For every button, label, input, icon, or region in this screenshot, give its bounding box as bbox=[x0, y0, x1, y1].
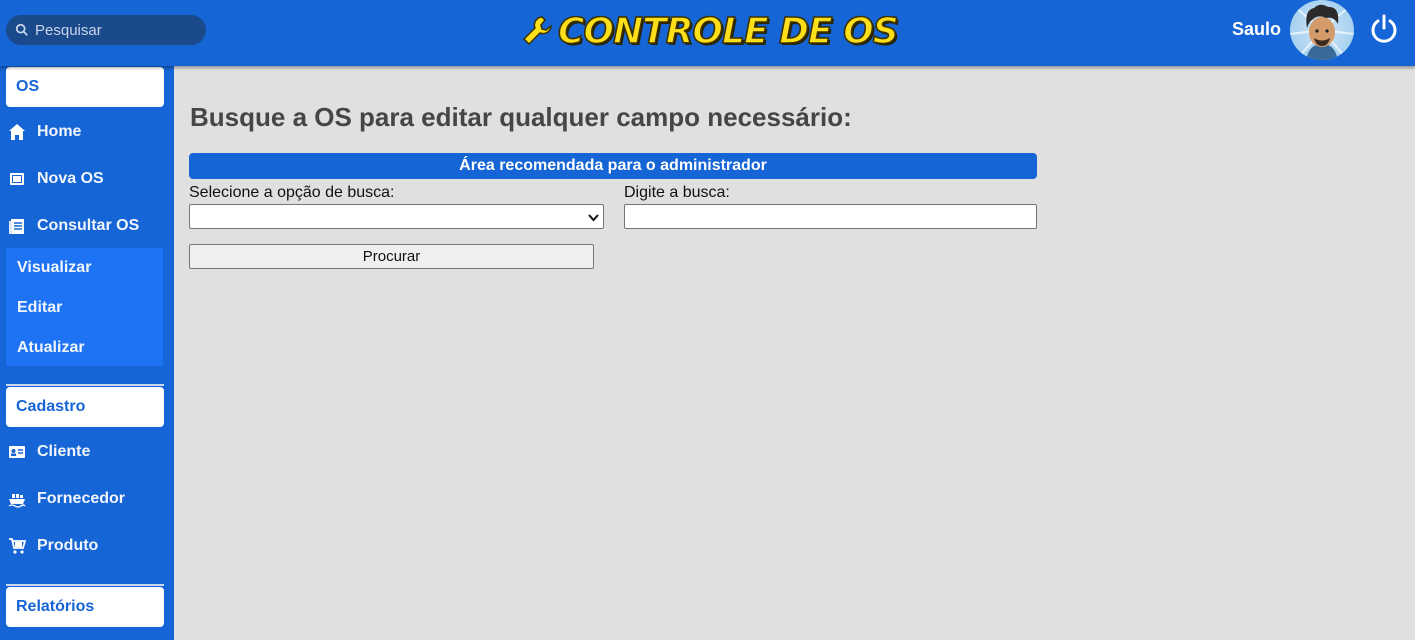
search-query-input[interactable] bbox=[624, 204, 1037, 229]
top-bar: Controle de OS Saulo bbox=[0, 0, 1415, 66]
power-icon[interactable] bbox=[1368, 13, 1400, 45]
wrench-icon bbox=[522, 16, 552, 46]
admin-banner: Área recomendada para o administrador bbox=[189, 153, 1037, 179]
sidebar-header-relatorios[interactable]: Relatórios bbox=[6, 587, 164, 627]
home-icon bbox=[9, 124, 25, 140]
procurar-button[interactable]: Procurar bbox=[189, 244, 594, 269]
id-card-icon bbox=[9, 446, 25, 458]
ship-icon bbox=[8, 494, 26, 508]
search-option-select[interactable] bbox=[189, 204, 604, 229]
sidebar-divider bbox=[6, 584, 164, 586]
cart-icon bbox=[9, 538, 26, 554]
sidebar-header-cadastro[interactable]: Cadastro bbox=[6, 387, 164, 427]
sidebar-item-home[interactable]: Home bbox=[0, 112, 174, 152]
search-box[interactable] bbox=[6, 15, 206, 45]
sidebar-item-nova-os[interactable]: Nova OS bbox=[0, 159, 174, 199]
search-icon bbox=[15, 23, 28, 36]
submenu-item-visualizar[interactable]: Visualizar bbox=[17, 259, 91, 277]
sidebar-item-label: Consultar OS bbox=[37, 217, 140, 234]
sidebar-header-os[interactable]: OS bbox=[6, 67, 164, 107]
sidebar-item-label: Nova OS bbox=[37, 170, 104, 187]
avatar[interactable] bbox=[1290, 0, 1354, 60]
sidebar: OS Home Nova OS Consultar OS Visualizar … bbox=[0, 66, 174, 640]
sidebar-item-label: Produto bbox=[37, 537, 99, 554]
avatar-image bbox=[1290, 4, 1354, 60]
search-query-label: Digite a busca: bbox=[624, 184, 730, 201]
sidebar-item-produto[interactable]: Produto bbox=[0, 526, 174, 566]
search-option-label: Selecione a opção de busca: bbox=[189, 184, 395, 201]
submenu-item-editar[interactable]: Editar bbox=[17, 299, 62, 317]
user-name: Saulo bbox=[1232, 19, 1282, 39]
app-logo: Controle de OS bbox=[520, 8, 899, 54]
logo-text: Controle de OS bbox=[557, 10, 899, 53]
chevron-down-icon bbox=[588, 214, 599, 222]
sidebar-item-cliente[interactable]: Cliente bbox=[0, 432, 174, 472]
sidebar-item-label: Home bbox=[37, 123, 82, 140]
page-title: Busque a OS para editar qualquer campo n… bbox=[190, 102, 852, 132]
sidebar-item-label: Cliente bbox=[37, 443, 91, 460]
search-input[interactable] bbox=[35, 21, 195, 39]
sidebar-divider bbox=[6, 384, 164, 386]
list-icon bbox=[9, 219, 24, 234]
sidebar-item-label: Fornecedor bbox=[37, 490, 126, 507]
sidebar-item-fornecedor[interactable]: Fornecedor bbox=[0, 479, 174, 519]
new-document-icon bbox=[10, 173, 24, 185]
consultar-submenu: Visualizar Editar Atualizar bbox=[6, 248, 163, 366]
sidebar-item-consultar-os[interactable]: Consultar OS bbox=[0, 206, 174, 246]
submenu-item-atualizar[interactable]: Atualizar bbox=[17, 339, 85, 357]
